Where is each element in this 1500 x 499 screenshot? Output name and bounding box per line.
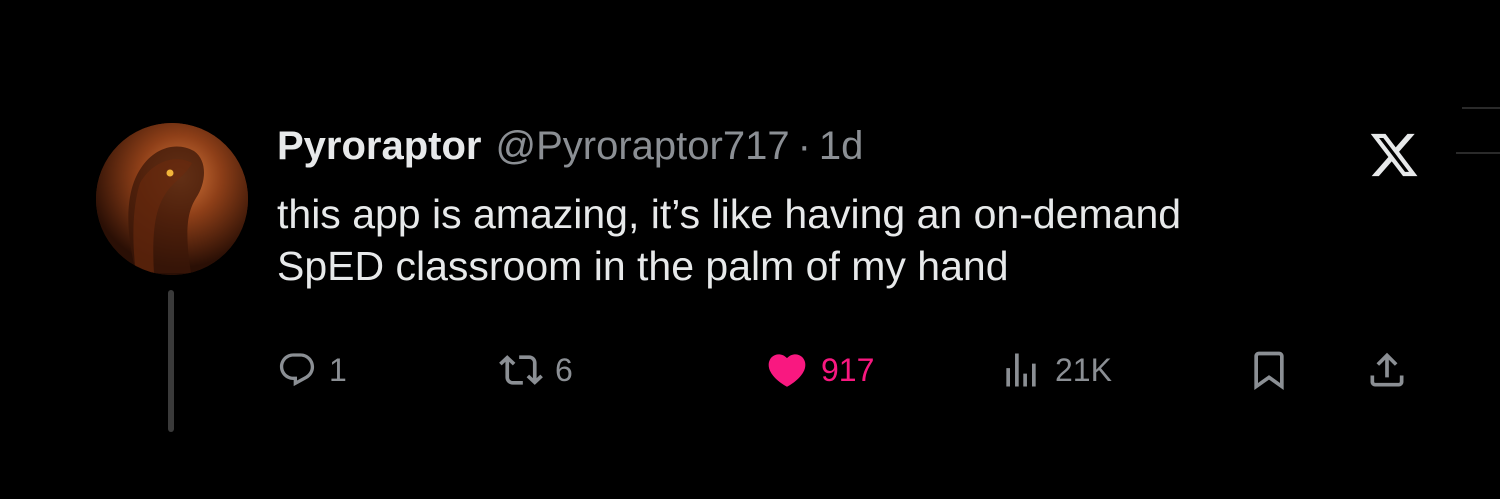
reply-button[interactable]: 1 <box>277 342 347 398</box>
tweet-text: this app is amazing, it’s like having an… <box>277 188 1457 292</box>
views-count: 21K <box>1055 351 1112 388</box>
views-icon <box>1006 353 1036 387</box>
reply-count: 1 <box>329 351 347 388</box>
heart-icon <box>768 354 806 387</box>
edge-divider <box>1456 152 1500 154</box>
action-bar: 1 6 917 21K <box>277 342 1427 398</box>
author-handle[interactable]: @Pyroraptor717 <box>496 124 790 169</box>
like-button[interactable]: 917 <box>765 342 874 398</box>
repost-button[interactable]: 6 <box>499 342 573 398</box>
bookmark-icon <box>1254 351 1284 391</box>
tweet-text-line: SpED classroom in the palm of my hand <box>277 243 1009 289</box>
x-logo-icon[interactable] <box>1368 129 1420 181</box>
share-button[interactable] <box>1365 342 1409 398</box>
repost-count: 6 <box>555 351 573 388</box>
tweet-text-line: this app is amazing, it’s like having an… <box>277 191 1182 237</box>
author-name[interactable]: Pyroraptor <box>277 124 482 169</box>
tweet-card: Pyroraptor @Pyroraptor717 · 1d this app … <box>0 0 1500 499</box>
bookmark-button[interactable] <box>1247 342 1291 398</box>
edge-divider <box>1462 107 1500 109</box>
repost-icon <box>499 355 543 385</box>
share-icon <box>1370 352 1404 387</box>
tweet-header: Pyroraptor @Pyroraptor717 · 1d <box>277 118 863 174</box>
thread-line <box>168 290 174 432</box>
reply-icon <box>279 353 315 387</box>
like-count: 917 <box>821 351 875 388</box>
tweet-timestamp[interactable]: 1d <box>819 124 864 169</box>
header-separator: · <box>797 123 811 168</box>
avatar[interactable] <box>96 123 248 275</box>
views-button[interactable]: 21K <box>999 342 1112 398</box>
avatar-image <box>96 123 248 275</box>
